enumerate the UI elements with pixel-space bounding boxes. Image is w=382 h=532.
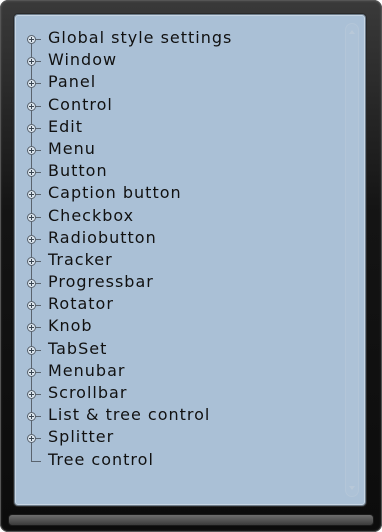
tree-item-label: Tracker xyxy=(48,249,113,269)
tree-item-label: Scrollbar xyxy=(48,383,128,402)
tree-item-label: Radiobutton xyxy=(48,227,157,247)
tree-item-label: Global style settings xyxy=(48,28,233,47)
expand-icon[interactable] xyxy=(27,367,36,377)
expand-icon[interactable] xyxy=(27,301,36,311)
tree-item-caption-button[interactable]: Caption button xyxy=(21,182,232,205)
status-bar xyxy=(8,514,374,526)
expand-icon[interactable] xyxy=(27,256,36,266)
window-frame: Global style settings Window Panel Contr… xyxy=(0,0,382,532)
tree-item-button[interactable]: Button xyxy=(21,160,232,183)
tree-item-label: Knob xyxy=(48,316,93,336)
expand-icon[interactable] xyxy=(27,412,36,422)
tree-item-global-style-settings[interactable]: Global style settings xyxy=(21,27,233,50)
tree-item-knob[interactable]: Knob xyxy=(21,315,232,338)
expand-icon[interactable] xyxy=(27,279,36,289)
tree-item-label: Menu xyxy=(48,138,96,158)
tree-item-menubar[interactable]: Menubar xyxy=(21,359,232,382)
tree-item-label: Rotator xyxy=(48,294,114,314)
tree-item-label: Panel xyxy=(48,72,97,92)
tree-item-tracker[interactable]: Tracker xyxy=(21,248,232,272)
expand-icon[interactable] xyxy=(27,234,36,244)
arrow-down-icon[interactable] xyxy=(349,486,355,490)
tree-item-label: Tree control xyxy=(48,449,154,469)
tree-item-rotator[interactable]: Rotator xyxy=(21,293,232,316)
tree-item-splitter[interactable]: Splitter xyxy=(21,426,232,449)
tree-item-label: Control xyxy=(48,94,113,114)
tree-item-label: Edit xyxy=(48,116,83,136)
expand-icon[interactable] xyxy=(27,212,36,222)
expand-icon[interactable] xyxy=(27,145,36,155)
tree-item-label: Splitter xyxy=(48,427,115,447)
tree-view-panel: Global style settings Window Panel Contr… xyxy=(14,14,366,506)
tree-item-label: Caption button xyxy=(48,183,182,203)
expand-icon[interactable] xyxy=(27,123,36,133)
tree-view: Global style settings Window Panel Contr… xyxy=(21,27,232,471)
tree-item-window[interactable]: Window xyxy=(21,49,232,72)
expand-icon[interactable] xyxy=(27,101,36,111)
tree-item-list-tree-control[interactable]: List & tree control xyxy=(21,404,232,427)
expand-icon[interactable] xyxy=(27,79,36,89)
tree-item-label: TabSet xyxy=(48,338,108,358)
tree-item-tabset[interactable]: TabSet xyxy=(21,337,232,360)
tree-item-label: Window xyxy=(48,50,118,70)
arrow-up-icon[interactable] xyxy=(349,30,355,34)
tree-item-menu[interactable]: Menu xyxy=(21,137,232,161)
expand-icon[interactable] xyxy=(27,323,36,333)
expand-icon[interactable] xyxy=(27,434,36,444)
tree-item-label: Button xyxy=(48,161,108,181)
expand-icon[interactable] xyxy=(27,168,36,178)
expand-icon[interactable] xyxy=(27,35,36,44)
tree-item-tree-control[interactable]: Tree control xyxy=(21,448,232,471)
tree-item-scrollbar[interactable]: Scrollbar xyxy=(21,382,232,405)
tree-item-panel[interactable]: Panel xyxy=(21,71,232,94)
tree-item-progressbar[interactable]: Progressbar xyxy=(21,271,232,294)
tree-item-edit[interactable]: Edit xyxy=(21,115,232,138)
expand-icon[interactable] xyxy=(27,190,36,200)
tree-item-control[interactable]: Control xyxy=(21,93,232,116)
tree-item-label: Checkbox xyxy=(48,205,135,225)
tree-item-label: List & tree control xyxy=(48,405,211,425)
tree-item-checkbox[interactable]: Checkbox xyxy=(21,204,232,227)
vertical-scrollbar[interactable] xyxy=(345,23,359,497)
tree-item-label: Progressbar xyxy=(48,272,154,292)
expand-icon[interactable] xyxy=(27,390,36,399)
tree-item-radiobutton[interactable]: Radiobutton xyxy=(21,226,232,249)
expand-icon[interactable] xyxy=(27,345,36,355)
tree-item-label: Menubar xyxy=(48,360,126,380)
expand-icon[interactable] xyxy=(27,57,36,67)
